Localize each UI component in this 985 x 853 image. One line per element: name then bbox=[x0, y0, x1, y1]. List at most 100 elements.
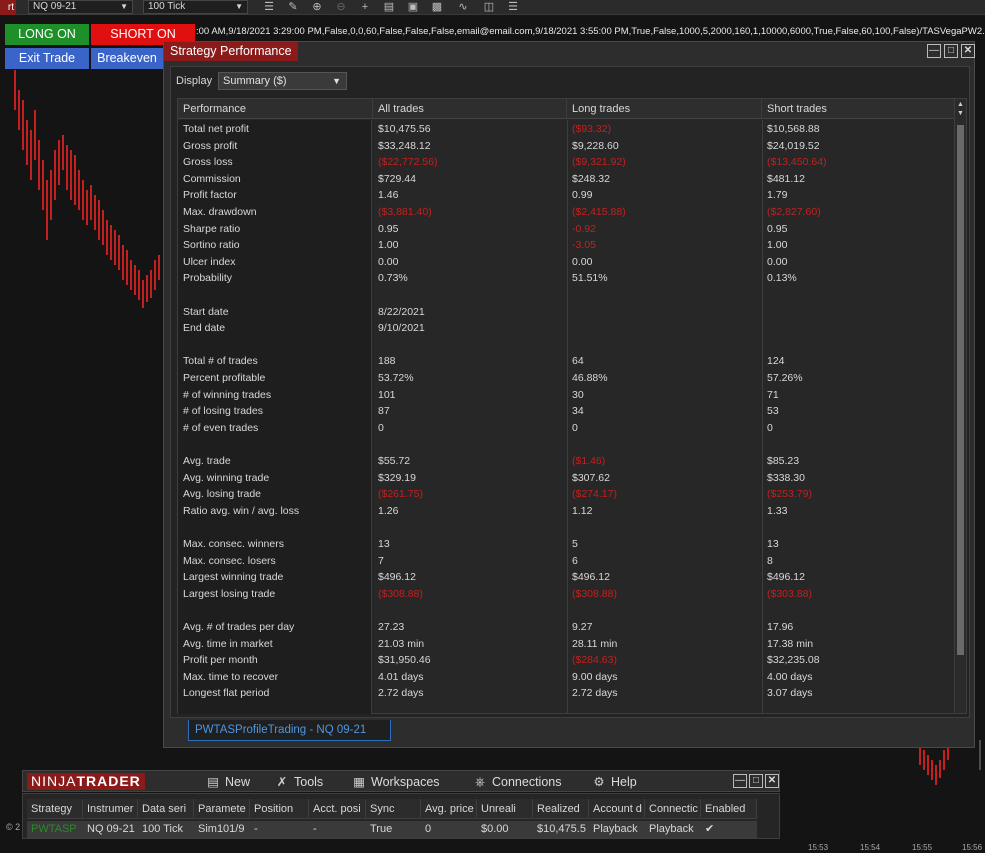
column-header[interactable]: Paramete bbox=[194, 799, 250, 819]
table-row[interactable]: Max. drawdown ($3,881.40) ($2,415.88) ($2,8… bbox=[178, 204, 956, 221]
table-row[interactable]: Sortino ratio 1.00 -3.05 1.00 bbox=[178, 237, 956, 254]
chart-tab[interactable]: rt bbox=[0, 0, 16, 15]
table-row[interactable]: Max. consec. winners 13 5 13 bbox=[178, 536, 956, 553]
scrollbar-thumb[interactable] bbox=[957, 125, 964, 655]
column-header[interactable]: Instrumer bbox=[83, 799, 138, 819]
display-dropdown[interactable]: Summary ($) ▼ bbox=[218, 72, 347, 90]
close-icon[interactable]: ✕ bbox=[961, 44, 975, 58]
column-header[interactable]: Avg. price bbox=[421, 799, 477, 819]
short-trades-value: 0.95 bbox=[767, 222, 788, 235]
table-row[interactable]: Ratio avg. win / avg. loss 1.26 1.12 1.33 bbox=[178, 503, 956, 520]
table-row[interactable]: Gross profit $33,248.12 $9,228.60 $24,019.5… bbox=[178, 138, 956, 155]
short-trades-value: $24,019.52 bbox=[767, 139, 820, 152]
column-header[interactable]: Realized bbox=[533, 799, 589, 819]
scroll-down-icon[interactable]: ▼ bbox=[957, 110, 964, 117]
table-row[interactable]: Avg. losing trade ($261.75) ($274.17) ($253… bbox=[178, 486, 956, 503]
column-header[interactable]: Unreali bbox=[477, 799, 533, 819]
short-trades-value: 0 bbox=[767, 421, 773, 434]
table-row[interactable] bbox=[178, 602, 956, 619]
column-header-all-trades[interactable]: All trades bbox=[373, 99, 567, 119]
table-row[interactable]: # of winning trades 101 30 71 bbox=[178, 387, 956, 404]
column-header[interactable]: Account d bbox=[589, 799, 645, 819]
table-row[interactable]: Gross loss ($22,772.56) ($9,321.92) ($13,45… bbox=[178, 154, 956, 171]
column-header[interactable]: Position bbox=[250, 799, 309, 819]
indicators-icon[interactable]: ▩ bbox=[430, 0, 444, 14]
data-box-icon[interactable]: ☰ bbox=[506, 0, 520, 14]
column-header[interactable]: Sync bbox=[366, 799, 421, 819]
strategy-tab[interactable]: PWTASProfileTrading - NQ 09-21 bbox=[188, 720, 391, 741]
table-row[interactable]: Start date 8/22/2021 bbox=[178, 304, 956, 321]
minimize-icon[interactable]: — bbox=[927, 44, 941, 58]
table-row[interactable]: Ulcer index 0.00 0.00 0.00 bbox=[178, 254, 956, 271]
table-row[interactable]: Max. consec. losers 7 6 8 bbox=[178, 553, 956, 570]
all-trades-value: $729.44 bbox=[378, 172, 416, 185]
short-trades-value bbox=[762, 337, 767, 354]
window-title[interactable]: Strategy Performance bbox=[164, 42, 298, 61]
properties-icon[interactable]: ▤ bbox=[382, 0, 396, 14]
short-trades-value: 124 bbox=[767, 355, 785, 368]
table-row[interactable]: Avg. time in market 21.03 min 28.11 min 17.… bbox=[178, 636, 956, 653]
table-row[interactable]: End date 9/10/2021 bbox=[178, 320, 956, 337]
table-row[interactable]: Profit factor 1.46 0.99 1.79 bbox=[178, 187, 956, 204]
table-row[interactable]: Avg. # of trades per day 27.23 9.27 17.96 bbox=[178, 619, 956, 636]
table-row[interactable]: Commission $729.44 $248.32 $481.12 bbox=[178, 171, 956, 188]
long-on-button[interactable]: LONG ON bbox=[5, 24, 89, 45]
crosshair-icon[interactable]: + bbox=[358, 0, 372, 14]
table-row[interactable]: Longest flat period 2.72 days 2.72 days 3.0… bbox=[178, 685, 956, 702]
table-row[interactable]: Avg. winning trade $329.19 $307.62 $338.30 bbox=[178, 470, 956, 487]
table-row[interactable]: # of even trades 0 0 0 bbox=[178, 420, 956, 437]
column-header[interactable]: Enabled bbox=[701, 799, 757, 819]
bar-style-icon[interactable]: ☰ bbox=[262, 0, 276, 14]
table-row[interactable]: Percent profitable 53.72% 46.88% 57.26% bbox=[178, 370, 956, 387]
menu-tools[interactable]: ✗ Tools bbox=[274, 771, 323, 793]
instrument-selector[interactable]: NQ 09-21 ▼ bbox=[28, 0, 133, 14]
menu-connections[interactable]: ⎈ Connections bbox=[472, 771, 562, 793]
table-row[interactable] bbox=[178, 436, 956, 453]
table-row[interactable]: Largest losing trade ($308.88) ($308.88) ($… bbox=[178, 586, 956, 603]
vertical-scrollbar[interactable]: ▲ ▼ bbox=[954, 99, 966, 713]
menu-connections-label: Connections bbox=[492, 775, 562, 789]
pencil-icon[interactable]: ✎ bbox=[286, 0, 300, 14]
table-row[interactable]: Avg. trade $55.72 ($1.46) $85.23 bbox=[178, 453, 956, 470]
long-trades-value bbox=[567, 436, 572, 453]
exit-trade-button[interactable]: Exit Trade bbox=[5, 48, 89, 69]
drawing-objects-icon[interactable]: ◫ bbox=[482, 0, 496, 14]
maximize-icon[interactable]: □ bbox=[944, 44, 958, 58]
bar-type-selector[interactable]: 100 Tick ▼ bbox=[143, 0, 248, 14]
column-header-long-trades[interactable]: Long trades bbox=[567, 99, 762, 119]
column-header[interactable]: Strategy bbox=[27, 799, 83, 819]
strategies-icon[interactable]: ∿ bbox=[456, 0, 470, 14]
table-row[interactable] bbox=[178, 337, 956, 354]
column-header[interactable]: Acct. posi bbox=[309, 799, 366, 819]
templates-icon[interactable]: ▣ bbox=[406, 0, 420, 14]
menu-new[interactable]: ▤ New bbox=[205, 771, 250, 793]
table-row[interactable]: Probability 0.73% 51.51% 0.13% bbox=[178, 270, 956, 287]
scroll-up-icon[interactable]: ▲ bbox=[957, 101, 964, 108]
zoom-in-icon[interactable]: ⊕ bbox=[310, 0, 324, 14]
zoom-out-icon[interactable]: ⊖ bbox=[334, 0, 348, 14]
table-row[interactable]: Largest winning trade $496.12 $496.12 $496.… bbox=[178, 569, 956, 586]
column-header-short-trades[interactable]: Short trades bbox=[762, 99, 956, 119]
minimize-icon[interactable]: — bbox=[733, 774, 747, 788]
menu-help[interactable]: ⚙ Help bbox=[591, 771, 636, 793]
price-chart[interactable] bbox=[0, 70, 165, 810]
table-row[interactable]: Profit per month $31,950.46 ($284.63) $32,2… bbox=[178, 652, 956, 669]
tools-icon: ✗ bbox=[276, 775, 288, 789]
price-chart-right[interactable] bbox=[905, 740, 985, 840]
menu-workspaces[interactable]: ▦ Workspaces bbox=[351, 771, 439, 793]
column-header[interactable]: Data seri bbox=[138, 799, 194, 819]
maximize-icon[interactable]: □ bbox=[749, 774, 763, 788]
table-row[interactable] bbox=[178, 519, 956, 536]
table-row[interactable]: Total net profit $10,475.56 ($93.32) $10,56… bbox=[178, 121, 956, 138]
short-trades-value: 71 bbox=[767, 388, 779, 401]
column-header-performance[interactable]: Performance bbox=[178, 99, 373, 119]
table-row[interactable]: Max. time to recover 4.01 days 9.00 days 4.… bbox=[178, 669, 956, 686]
close-icon[interactable]: ✕ bbox=[765, 774, 779, 788]
table-row[interactable]: # of losing trades 87 34 53 bbox=[178, 403, 956, 420]
breakeven-button[interactable]: Breakeven bbox=[91, 48, 163, 69]
table-row[interactable] bbox=[178, 287, 956, 304]
enabled-checkbox[interactable]: ✔ bbox=[701, 821, 757, 838]
column-header[interactable]: Connectic bbox=[645, 799, 701, 819]
table-row[interactable]: Sharpe ratio 0.95 -0.92 0.95 bbox=[178, 221, 956, 238]
table-row[interactable]: Total # of trades 188 64 124 bbox=[178, 353, 956, 370]
